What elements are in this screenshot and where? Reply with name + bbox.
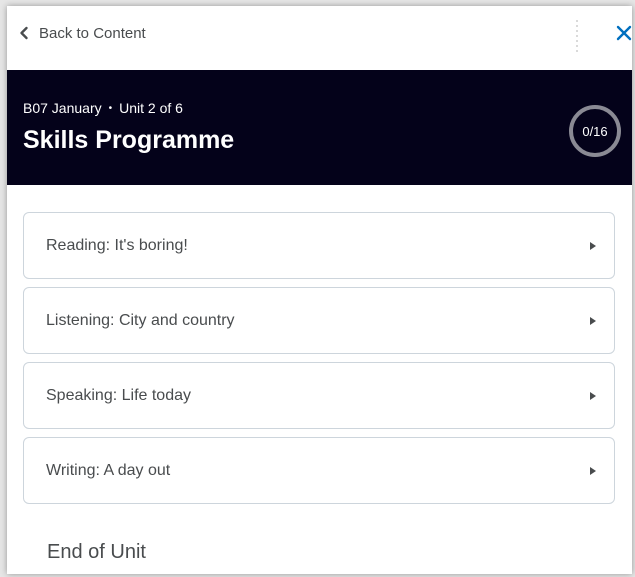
activity-label: Writing: A day out xyxy=(46,461,171,479)
vertical-divider xyxy=(575,20,579,52)
activity-label: Reading: It's boring! xyxy=(46,236,188,254)
breadcrumb-course: B07 January xyxy=(23,100,102,116)
breadcrumb-separator: • xyxy=(108,102,113,114)
content-panel: Back to Content B07 January • Unit 2 of … xyxy=(7,6,632,574)
breadcrumb-unit: Unit 2 of 6 xyxy=(119,100,183,116)
unit-header: B07 January • Unit 2 of 6 Skills Program… xyxy=(7,70,632,185)
caret-right-icon xyxy=(590,392,596,400)
caret-right-icon xyxy=(590,317,596,325)
unit-activity-list: Reading: It's boring! Listening: City an… xyxy=(7,185,632,574)
caret-right-icon xyxy=(590,242,596,250)
breadcrumb: B07 January • Unit 2 of 6 xyxy=(23,100,183,116)
back-to-content-label: Back to Content xyxy=(39,24,146,42)
back-to-content-link[interactable]: Back to Content xyxy=(17,22,146,44)
end-of-unit-heading: End of Unit xyxy=(47,541,146,563)
page-title: Skills Programme xyxy=(23,126,235,154)
activity-item-reading[interactable]: Reading: It's boring! xyxy=(23,212,615,279)
top-navigation-bar: Back to Content xyxy=(7,6,632,70)
caret-right-icon xyxy=(590,467,596,475)
activity-item-writing[interactable]: Writing: A day out xyxy=(23,437,615,504)
progress-count: 0/16 xyxy=(582,123,608,139)
activity-item-listening[interactable]: Listening: City and country xyxy=(23,287,615,354)
activity-label: Speaking: Life today xyxy=(46,386,191,404)
activity-label: Listening: City and country xyxy=(46,311,235,329)
chevron-left-icon xyxy=(20,26,28,40)
close-icon[interactable] xyxy=(613,22,632,44)
activity-item-speaking[interactable]: Speaking: Life today xyxy=(23,362,615,429)
